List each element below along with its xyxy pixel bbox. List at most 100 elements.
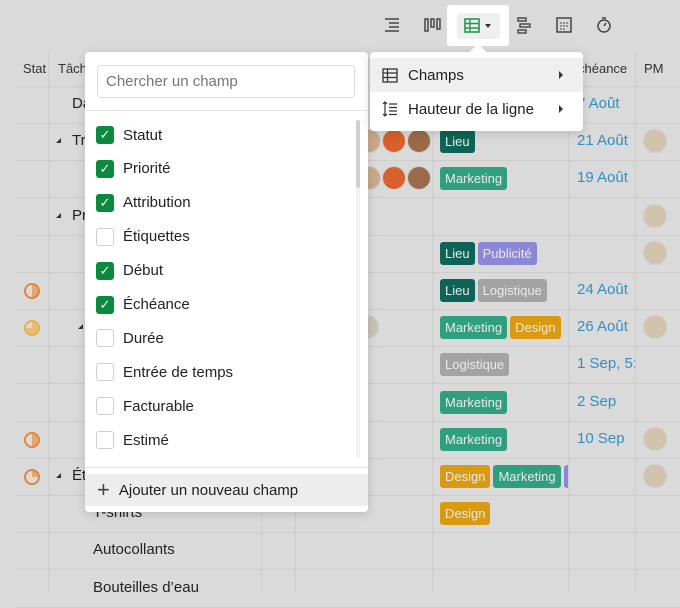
add-field-button[interactable]: + Ajouter un nouveau champ xyxy=(85,474,368,506)
checkbox[interactable] xyxy=(96,329,114,348)
pm-avatar[interactable] xyxy=(643,315,667,340)
due-date[interactable]: 1 Sep, 5: xyxy=(577,355,635,372)
header-task[interactable]: Tâch xyxy=(58,61,87,76)
tag: Marketing xyxy=(440,427,508,451)
field-item[interactable]: ✓ Échéance xyxy=(96,293,190,317)
checkbox[interactable]: ✓ xyxy=(96,126,114,144)
tag: Publicité xyxy=(477,241,537,265)
search-field-input[interactable] xyxy=(97,65,355,98)
checkbox[interactable] xyxy=(96,227,114,246)
checkbox[interactable] xyxy=(96,397,114,416)
checkbox[interactable] xyxy=(96,363,114,382)
field-item[interactable]: Entrée de temps xyxy=(96,360,233,384)
tags-cell[interactable]: Marketing xyxy=(440,390,568,414)
table-row[interactable]: Bouteilles d’eau xyxy=(0,570,680,608)
due-date[interactable]: 7 Août xyxy=(577,95,635,112)
due-date[interactable]: 2 Sep xyxy=(577,393,635,410)
caret-icon[interactable] xyxy=(56,473,61,478)
chevron-down-icon xyxy=(485,24,491,28)
header-status[interactable]: Stat xyxy=(23,61,46,76)
menu-item-champs[interactable]: Champs xyxy=(370,58,583,92)
table-row[interactable]: Autocollants xyxy=(0,532,680,571)
checkbox[interactable]: ✓ xyxy=(96,193,114,212)
pm-avatar[interactable] xyxy=(643,129,667,154)
status-icon[interactable] xyxy=(24,283,40,299)
tags-cell[interactable]: DesignMarketingPublicité xyxy=(440,465,568,488)
avatar[interactable] xyxy=(382,166,406,191)
field-label: Estimé xyxy=(123,431,169,449)
field-item[interactable]: Durée xyxy=(96,326,164,350)
tags-cell[interactable]: Lieu Logistique xyxy=(440,279,568,302)
checkbox[interactable]: ✓ xyxy=(96,159,114,178)
pm-avatar[interactable] xyxy=(643,426,667,451)
tags-cell[interactable]: Marketing Design xyxy=(440,316,568,340)
tags-cell[interactable]: Marketing xyxy=(440,427,568,451)
tag: Design xyxy=(440,465,491,488)
table-icon xyxy=(464,18,480,33)
view-options-menu: Champs Hauteur de la ligne xyxy=(370,43,583,131)
caret-icon[interactable] xyxy=(56,212,61,218)
scrollbar[interactable] xyxy=(356,120,360,458)
tag: Marketing xyxy=(440,167,508,191)
tag: Design xyxy=(440,502,491,526)
due-date[interactable]: 19 Août xyxy=(577,169,635,186)
field-item[interactable]: Étiquettes xyxy=(96,225,190,249)
task-name[interactable]: Tr xyxy=(72,132,86,149)
table-icon xyxy=(382,67,398,83)
tag: Logistique xyxy=(440,353,510,377)
pm-avatar[interactable] xyxy=(643,203,667,228)
gantt-icon[interactable] xyxy=(513,14,535,36)
tags-cell[interactable]: Lieu Publicité xyxy=(440,241,568,265)
field-item[interactable]: ✓ Statut xyxy=(96,123,162,147)
row-height-icon xyxy=(382,101,397,117)
menu-item-row-height[interactable]: Hauteur de la ligne xyxy=(370,92,583,126)
checkbox[interactable] xyxy=(96,431,114,450)
list-icon[interactable] xyxy=(381,14,403,36)
pm-avatar[interactable] xyxy=(643,240,667,265)
status-icon[interactable] xyxy=(24,469,40,485)
timer-icon[interactable] xyxy=(593,14,615,36)
status-icon[interactable] xyxy=(24,320,40,337)
fields-panel: ✓ Statut ✓ Priorité ✓ Attribution Étiquettes ✓ D… xyxy=(85,52,368,512)
due-date[interactable]: 24 Août xyxy=(577,281,635,298)
field-item[interactable]: ✓ Début xyxy=(96,259,163,283)
board-icon[interactable] xyxy=(421,14,443,36)
avatar[interactable] xyxy=(382,129,406,154)
status-icon[interactable] xyxy=(24,431,40,448)
calendar-icon[interactable] xyxy=(553,14,575,36)
tags-cell[interactable]: Design xyxy=(440,502,568,526)
caret-icon[interactable] xyxy=(56,138,61,144)
field-item[interactable]: ✓ Attribution xyxy=(96,191,191,215)
due-date[interactable]: 21 Août xyxy=(577,132,635,149)
task-name[interactable]: Bouteilles d’eau xyxy=(93,579,199,596)
tag: Design xyxy=(510,316,561,340)
header-pm[interactable]: PM xyxy=(644,61,664,76)
pm-avatar[interactable] xyxy=(643,464,667,488)
tag: Lieu xyxy=(440,279,475,302)
header-due[interactable]: chéance xyxy=(578,61,627,76)
field-label: Priorité xyxy=(123,160,171,178)
field-item[interactable]: Facturable xyxy=(96,394,194,418)
tag: Logistique xyxy=(477,279,547,302)
add-field-label: Ajouter un nouveau champ xyxy=(118,481,299,499)
caret-icon[interactable] xyxy=(78,324,83,330)
table-view-button[interactable] xyxy=(447,5,509,46)
due-date[interactable]: 10 Sep xyxy=(577,430,635,447)
tags-cell[interactable]: Lieu xyxy=(440,130,568,154)
tag: Publicité xyxy=(563,465,568,488)
field-item[interactable]: ✓ Priorité xyxy=(96,157,171,181)
avatar[interactable] xyxy=(407,166,431,191)
tags-cell[interactable]: Logistique xyxy=(440,353,568,377)
field-label: Attribution xyxy=(123,194,191,212)
tags-cell[interactable]: Marketing xyxy=(440,167,568,191)
field-label: Statut xyxy=(123,126,163,144)
avatar[interactable] xyxy=(407,129,431,154)
field-item[interactable]: Estimé xyxy=(96,428,169,452)
task-name[interactable]: Autocollants xyxy=(93,541,175,558)
checkbox[interactable]: ✓ xyxy=(96,261,114,280)
field-label: Facturable xyxy=(123,397,194,415)
tag: Marketing xyxy=(440,390,508,414)
due-date[interactable]: 26 Août xyxy=(577,318,635,335)
checkbox[interactable]: ✓ xyxy=(96,295,114,314)
chevron-right-icon xyxy=(559,105,563,113)
